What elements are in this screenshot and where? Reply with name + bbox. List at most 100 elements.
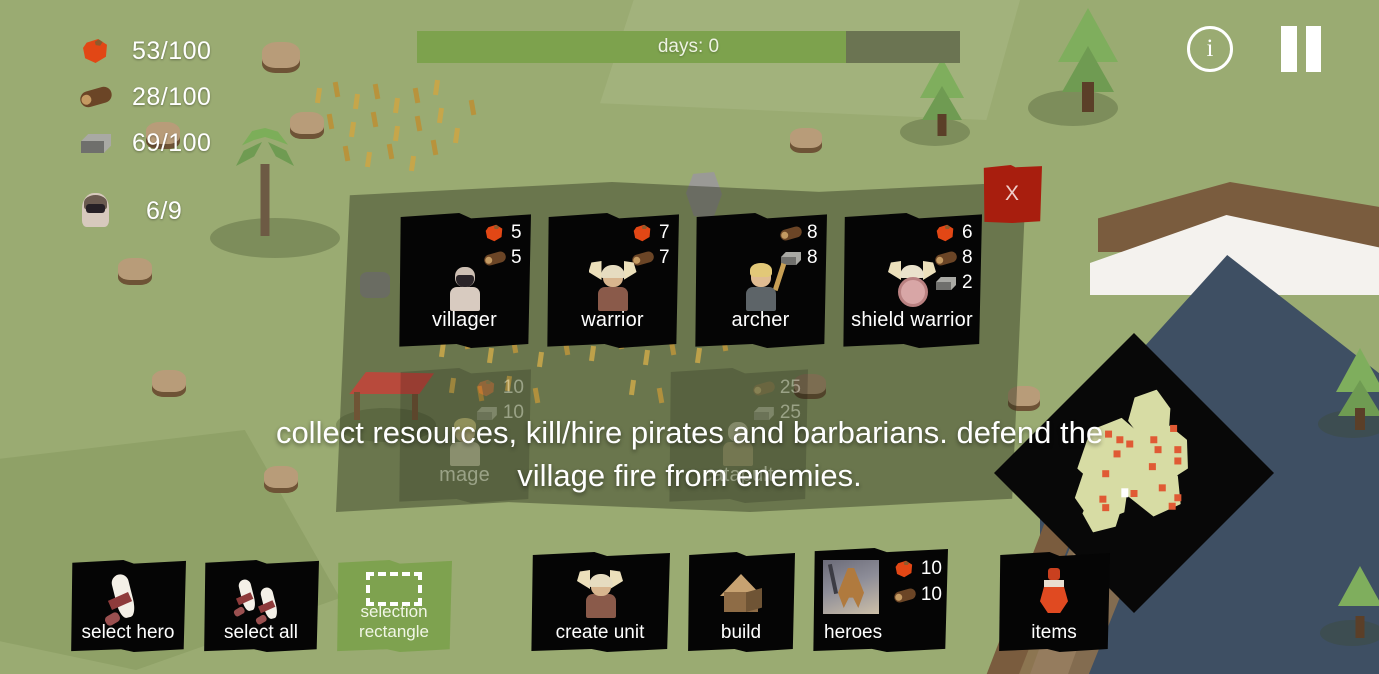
stone-icon: [78, 128, 114, 158]
select-all-button[interactable]: select all: [204, 560, 319, 652]
meat-value: 53/100: [132, 36, 212, 65]
cost-row: 6: [935, 222, 975, 244]
close-menu-button[interactable]: X: [983, 165, 1042, 223]
minimap-marker: [1102, 504, 1110, 512]
cost-list: 6 8 2: [933, 222, 975, 294]
selection-rectangle-button[interactable]: selection rectangle: [337, 560, 452, 652]
action-group: create unit build 10 10 heroes items: [530, 548, 1110, 652]
cost-value: 10: [502, 377, 524, 398]
hero-portrait-icon: [823, 560, 879, 614]
wood-icon: [892, 585, 917, 605]
create-unit-label: create unit: [555, 622, 645, 643]
items-button[interactable]: items: [999, 552, 1110, 652]
days-progress-bar: days: 0: [417, 31, 960, 63]
cost-row: 7: [632, 222, 672, 244]
select-hero-label: select hero: [81, 622, 175, 643]
unit-card-archer[interactable]: 8 8 archer: [695, 213, 827, 348]
resource-row-wood: 28/100: [78, 82, 211, 112]
unit-card-warrior[interactable]: 7 7 warrior: [547, 213, 679, 348]
wood-icon: [751, 378, 776, 398]
cost-row: 10: [892, 584, 942, 606]
resource-row-meat: 53/100: [78, 36, 211, 66]
selection-group: select hero select all selection rectang…: [70, 560, 452, 652]
items-label: items: [1031, 622, 1077, 643]
unit-card-label: warrior: [581, 309, 644, 331]
unit-card-shield-warrior[interactable]: 6 8 2 shield warrior: [843, 213, 982, 348]
cost-row: 8: [933, 247, 975, 269]
tree: [920, 58, 964, 136]
cost-row: 5: [484, 222, 524, 244]
cost-value: 2: [962, 272, 973, 293]
info-icon[interactable]: i: [1187, 26, 1233, 72]
selection-rectangle-label-line1: selection: [360, 601, 428, 621]
cost-value: 8: [807, 222, 818, 243]
build-label: build: [720, 622, 762, 643]
cost-value: 5: [511, 222, 522, 243]
unit-creation-menu: 5 5 villager 7 7 warrior 8 8 archer 6 8 …: [398, 213, 982, 348]
wood-value: 28/100: [132, 82, 212, 111]
cost-row: 2: [935, 272, 975, 294]
resource-hud: 53/100 28/100 69/100 6/9: [78, 36, 211, 227]
cost-value: 10: [920, 558, 942, 579]
cost-value: 5: [511, 247, 522, 268]
cost-value: 7: [659, 222, 670, 243]
heroes-button[interactable]: 10 10 heroes: [813, 548, 948, 652]
tree-stump: [790, 128, 822, 148]
cost-row: 8: [778, 222, 820, 244]
tutorial-text: collect resources, kill/hire pirates and…: [275, 415, 1104, 493]
cost-value: 10: [920, 584, 942, 605]
hand-cursor-icon: [230, 574, 292, 626]
days-label: days: 0: [657, 36, 720, 57]
archer-portrait-icon: [734, 259, 788, 311]
selection-rectangle-label: selection rectangle: [337, 601, 452, 643]
stone-value: 69/100: [132, 128, 212, 157]
selection-rectangle-label-line2: rectangle: [359, 622, 429, 642]
unit-card-villager[interactable]: 5 5 villager: [399, 213, 531, 348]
house-icon: [716, 570, 766, 616]
wood-icon: [778, 223, 804, 243]
warrior-portrait-icon: [586, 259, 640, 311]
tree-stump: [262, 42, 300, 68]
build-button[interactable]: build: [688, 552, 795, 652]
cost-value: 8: [962, 247, 973, 268]
population-icon: [78, 193, 114, 227]
cost-row: 10: [894, 558, 942, 580]
meat-icon: [476, 378, 498, 398]
crop-field: [310, 78, 540, 178]
meat-icon: [484, 223, 506, 243]
bottom-toolbar: select hero select all selection rectang…: [70, 548, 1110, 652]
tree-stump: [118, 258, 152, 280]
game-viewport[interactable]: 53/100 28/100 69/100 6/9 days: 0 i X 5 5…: [0, 0, 1379, 674]
cost-value: 6: [962, 222, 973, 243]
minimap-marker: [1168, 502, 1176, 510]
resource-row-stone: 69/100: [78, 128, 211, 158]
palm-tree: [236, 126, 294, 236]
cost-value: 25: [779, 377, 801, 398]
pause-icon[interactable]: [1281, 26, 1321, 72]
hand-cursor-icon: [103, 572, 153, 628]
cost-row: 25: [751, 377, 801, 399]
cost-row: 10: [476, 377, 524, 399]
select-all-label: select all: [224, 622, 298, 643]
tree-stump: [152, 370, 186, 392]
warrior-portrait-icon: [574, 568, 626, 618]
cost-list: 10 10: [892, 558, 942, 606]
meat-icon: [935, 223, 957, 243]
meat-icon: [894, 559, 916, 579]
villager-portrait-icon: [438, 259, 492, 311]
top-right-controls: i: [1187, 26, 1321, 72]
select-hero-button[interactable]: select hero: [71, 560, 186, 652]
cost-value: 8: [807, 247, 818, 268]
meat-icon: [78, 36, 114, 66]
population-value: 6/9: [146, 196, 183, 225]
cost-value: 7: [659, 247, 670, 268]
unit-card-label: archer: [731, 309, 790, 331]
potion-icon: [1037, 568, 1071, 614]
heroes-label: heroes: [824, 622, 883, 643]
tree: [1338, 566, 1379, 638]
tree: [1058, 8, 1118, 112]
resource-row-population: 6/9: [78, 193, 211, 227]
create-unit-button[interactable]: create unit: [531, 552, 670, 652]
unit-card-label: villager: [432, 309, 497, 331]
unit-card-label: shield warrior: [851, 309, 973, 331]
